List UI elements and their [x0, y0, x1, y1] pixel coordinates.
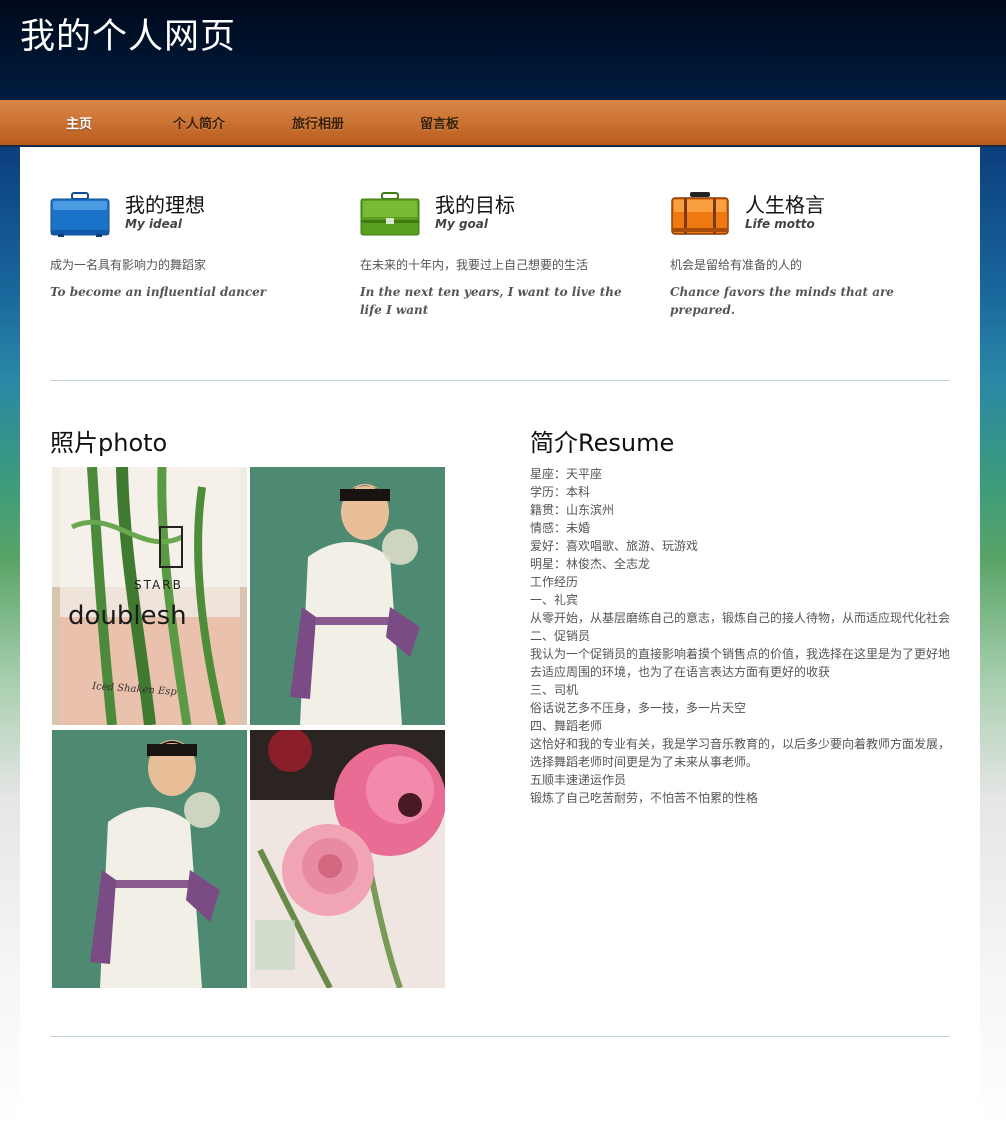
resume-line: 五顺丰速递运作员	[530, 773, 627, 787]
feature-text-en: Chance favors the minds that are prepare…	[670, 285, 894, 317]
feature-subtitle: Life motto	[745, 217, 815, 231]
feature-text-cn: 成为一名具有影响力的舞蹈家	[50, 258, 207, 272]
site-title: 我的个人网页	[20, 17, 237, 57]
green-briefcase-icon	[360, 192, 420, 236]
feature-title: 人生格言	[745, 193, 825, 217]
resume-line: 俗话说艺多不压身，多一技，多一片天空	[530, 701, 747, 715]
resume-line: 籍贯：山东滨州	[530, 503, 615, 517]
resume-line: 去适应周围的环境，也为了在语言表达方面有更好的收获	[530, 665, 831, 679]
feature-title: 我的理想	[125, 193, 205, 217]
section-divider	[50, 380, 950, 381]
feature-subtitle: My ideal	[125, 217, 182, 231]
resume-line: 一、礼宾	[530, 593, 579, 607]
orange-suitcase-icon	[671, 192, 729, 235]
resume-line: 工作经历	[530, 575, 579, 589]
main-content: 我的理想 My ideal 成为一名具有影响力的舞蹈家 To become an…	[20, 147, 980, 1125]
resume-line: 二、促销员	[530, 629, 591, 643]
resume-line: 三、司机	[530, 683, 579, 697]
resume-line: 选择舞蹈老师时间更是为了未来从事老师。	[530, 755, 759, 769]
resume-line: 锻炼了自己吃苦耐劳，不怕苦不怕累的性格	[530, 791, 759, 805]
site-header: 我的个人网页	[0, 0, 1006, 100]
nav-item-profile[interactable]: 个人简介	[173, 113, 225, 132]
flower-vase-glass-photo[interactable]: STARB doublesh Iced Shaken Esp	[52, 467, 247, 725]
feature-title: 我的目标	[435, 193, 515, 217]
photos-title: 照片photo	[50, 429, 168, 457]
resume-line: 这恰好和我的专业有关，我是学习音乐教育的，以后多少要向着教师方面发展，	[530, 737, 951, 751]
feature-text-en: In the next ten years, I want to live th…	[360, 285, 622, 317]
resume-line: 从零开始，从基层磨练自己的意志，锻炼自己的接人待物，从而适应现代化社会	[530, 611, 951, 625]
resume-title: 简介Resume	[530, 429, 675, 457]
nav-item-travel-album[interactable]: 旅行相册	[292, 113, 344, 132]
portrait-photo-1[interactable]	[250, 467, 445, 725]
resume-line: 爱好：喜欢唱歌、旅游、玩游戏	[530, 539, 699, 553]
section-divider	[50, 1036, 950, 1037]
glass-top-text: STARB	[134, 578, 183, 592]
feature-text-cn: 机会是留给有准备的人的	[670, 258, 803, 272]
pink-flowers-photo[interactable]	[250, 730, 445, 988]
resume-line: 情感：未婚	[530, 521, 591, 535]
portrait-photo-2[interactable]	[52, 730, 247, 988]
resume-line: 四、舞蹈老师	[530, 719, 603, 733]
glass-main-text: doublesh	[68, 601, 187, 631]
resume-line: 学历：本科	[530, 485, 591, 499]
feature-text-en: To become an influential dancer	[50, 285, 267, 299]
main-nav: 主页 个人简介 旅行相册 留言板	[0, 100, 1006, 147]
blue-briefcase-icon	[50, 192, 110, 237]
resume-line: 星座：天平座	[530, 467, 603, 481]
resume-line: 我认为一个促销员的直接影响着摸个销售点的价值，我选择在这里是为了更好地	[530, 647, 951, 661]
feature-text-cn: 在未来的十年内，我要过上自己想要的生活	[360, 258, 589, 272]
nav-item-home[interactable]: 主页	[66, 113, 92, 132]
feature-subtitle: My goal	[435, 217, 488, 231]
resume-line: 明星：林俊杰、全志龙	[530, 557, 651, 571]
nav-item-message-board[interactable]: 留言板	[420, 113, 459, 132]
